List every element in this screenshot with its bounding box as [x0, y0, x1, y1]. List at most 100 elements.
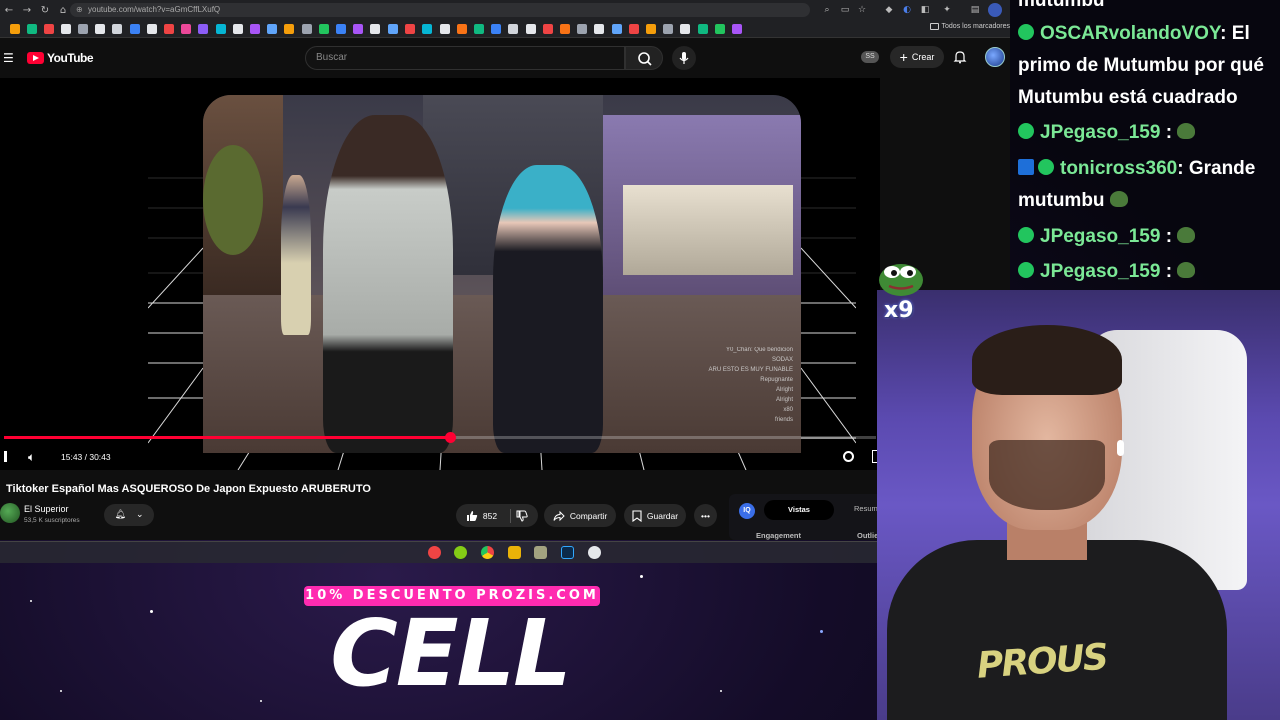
channel-name[interactable]: El Superior	[24, 504, 69, 514]
bookmark-icon[interactable]	[284, 24, 294, 34]
account-avatar[interactable]	[985, 47, 1005, 67]
bookmark-icon[interactable]	[663, 24, 673, 34]
bookmark-icon[interactable]	[440, 24, 450, 34]
bookmark-icon[interactable]	[474, 24, 484, 34]
file-explorer-icon[interactable]	[508, 546, 521, 559]
photoshop-icon[interactable]	[561, 546, 574, 559]
chat-username[interactable]: OSCARvolandoVOY	[1040, 23, 1220, 44]
reload-icon[interactable]: ↻	[36, 0, 54, 20]
site-info-icon[interactable]: ⊕	[76, 3, 83, 17]
bookmark-icon[interactable]	[388, 24, 398, 34]
tab-resumen[interactable]: Resum	[854, 504, 878, 513]
bookmark-icon[interactable]	[680, 24, 690, 34]
chat-badge-icon	[1018, 226, 1034, 243]
bookmark-icon[interactable]	[319, 24, 329, 34]
all-bookmarks-folder[interactable]: Todos los marcadores	[929, 23, 1010, 30]
thumbs-up-icon[interactable]	[466, 510, 478, 522]
bookmark-icon[interactable]	[130, 24, 140, 34]
progress-bar[interactable]	[4, 432, 876, 443]
bookmark-icon[interactable]	[715, 24, 725, 34]
bookmark-icon[interactable]	[164, 24, 174, 34]
extension-icon[interactable]: ◐	[900, 3, 914, 17]
chat-username[interactable]: JPegaso_159	[1040, 261, 1160, 282]
forward-icon[interactable]: →	[18, 0, 36, 20]
extension-icon[interactable]: ◆	[882, 3, 896, 17]
bookmark-icon[interactable]	[457, 24, 467, 34]
extension-icon[interactable]: ◧	[918, 3, 932, 17]
bookmark-icon[interactable]	[27, 24, 37, 34]
app-icon[interactable]	[534, 546, 547, 559]
channel-avatar[interactable]	[0, 503, 20, 523]
zoom-icon[interactable]: ⌕	[820, 3, 834, 17]
app-icon[interactable]	[588, 546, 601, 559]
bookmark-icon[interactable]	[543, 24, 553, 34]
bookmark-icon[interactable]	[302, 24, 312, 34]
bookmark-icon[interactable]	[594, 24, 604, 34]
bookmark-icon[interactable]	[216, 24, 226, 34]
bookmark-icon[interactable]	[508, 24, 518, 34]
share-button[interactable]: Compartir	[544, 504, 616, 527]
app-icon[interactable]	[428, 546, 441, 559]
bookmark-icon[interactable]	[181, 24, 191, 34]
bookmark-icon[interactable]	[491, 24, 501, 34]
like-count[interactable]: 852	[483, 511, 497, 521]
bookmark-icon[interactable]	[526, 24, 536, 34]
bookmark-icon[interactable]	[61, 24, 71, 34]
bookmark-icon[interactable]	[10, 24, 20, 34]
screen-icon[interactable]: ▭	[838, 3, 852, 17]
bookmark-icon[interactable]	[732, 24, 742, 34]
bookmark-icon[interactable]	[78, 24, 88, 34]
search-button[interactable]	[625, 46, 663, 70]
volume-icon[interactable]: 🔈︎	[28, 450, 35, 465]
extensions-puzzle-icon[interactable]: ✦	[940, 3, 954, 17]
bookmark-icon[interactable]	[612, 24, 622, 34]
bookmark-star-icon[interactable]: ☆	[855, 3, 869, 17]
ss-badge[interactable]: SS	[861, 51, 879, 63]
bookmark-icon[interactable]	[250, 24, 260, 34]
bookmark-icon[interactable]	[336, 24, 346, 34]
bookmark-icon[interactable]	[629, 24, 639, 34]
app-icon[interactable]	[454, 546, 467, 559]
bell-icon: 🔔︎	[114, 510, 126, 520]
tab-vistas[interactable]: Vistas	[764, 500, 834, 520]
save-button[interactable]: Guardar	[624, 504, 686, 527]
chat-message: tonicross360: Grande mutumbu	[1018, 153, 1278, 217]
bell-icon[interactable]	[953, 50, 967, 64]
search-input[interactable]: Buscar	[305, 46, 625, 70]
bookmark-icon[interactable]	[147, 24, 157, 34]
bookmark-icon[interactable]	[198, 24, 208, 34]
video-player[interactable]: Y0_Chan: Que bendicion SODAX ARU ESTO ES…	[0, 78, 880, 470]
chat-username[interactable]: tonicross360	[1060, 158, 1177, 179]
extension-logo-icon[interactable]: IQ	[739, 503, 755, 519]
bookmark-icon[interactable]	[44, 24, 54, 34]
bookmark-icon[interactable]	[267, 24, 277, 34]
bookmark-icon[interactable]	[112, 24, 122, 34]
bookmark-icon[interactable]	[405, 24, 415, 34]
thumbs-down-icon[interactable]	[516, 510, 528, 522]
bookmark-icon[interactable]	[422, 24, 432, 34]
bookmark-icon[interactable]	[646, 24, 656, 34]
chat-username[interactable]: JPegaso_159	[1040, 122, 1160, 143]
url-input[interactable]: ⊕ youtube.com/watch?v=aGmCffLXufQ	[70, 3, 810, 17]
bookmark-icon[interactable]	[95, 24, 105, 34]
video-frame[interactable]: Y0_Chan: Que bendicion SODAX ARU ESTO ES…	[203, 95, 801, 453]
back-icon[interactable]: ←	[0, 0, 18, 20]
more-actions-button[interactable]: •••	[694, 504, 717, 527]
settings-icon[interactable]	[843, 451, 854, 462]
bookmark-icon[interactable]	[698, 24, 708, 34]
subscription-bell-button[interactable]: 🔔︎ ⌄	[104, 504, 154, 526]
tab-search-icon[interactable]: ▤	[968, 3, 982, 17]
voice-search-button[interactable]	[672, 46, 696, 70]
youtube-logo[interactable]: YouTube	[27, 51, 94, 65]
bookmark-icon[interactable]	[353, 24, 363, 34]
pause-button[interactable]	[4, 451, 7, 462]
bookmark-icon[interactable]	[560, 24, 570, 34]
hamburger-icon[interactable]: ☰	[3, 51, 14, 65]
bookmark-icon[interactable]	[370, 24, 380, 34]
create-button[interactable]: + Crear	[890, 46, 944, 68]
chat-username[interactable]: JPegaso_159	[1040, 226, 1160, 247]
bookmark-icon[interactable]	[233, 24, 243, 34]
bookmark-icon[interactable]	[577, 24, 587, 34]
chrome-icon[interactable]	[481, 546, 494, 559]
profile-avatar-icon[interactable]	[988, 3, 1002, 17]
